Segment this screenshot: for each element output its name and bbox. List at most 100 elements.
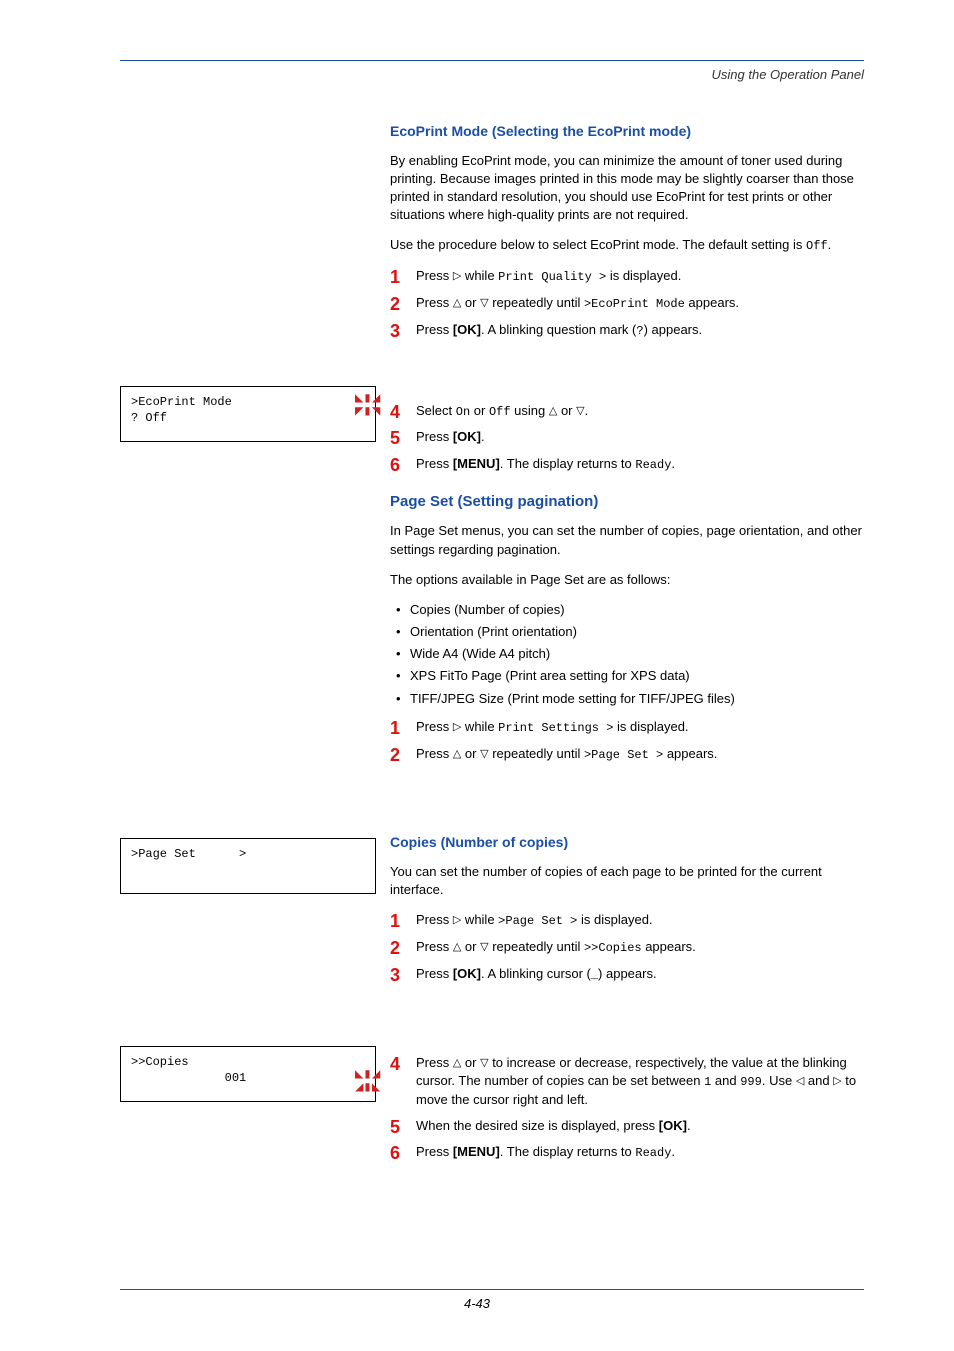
paragraph: By enabling EcoPrint mode, you can minim… <box>390 152 864 225</box>
step: 6 Press [MENU]. The display returns to R… <box>390 1143 864 1162</box>
step-number: 1 <box>390 716 400 741</box>
button-ref: [OK] <box>659 1118 687 1133</box>
lcd-line: >EcoPrint Mode <box>131 395 365 411</box>
text: Press <box>416 746 453 761</box>
left-triangle-icon: ◁ <box>796 1075 804 1087</box>
bullet-list: Copies (Number of copies) Orientation (P… <box>390 601 864 708</box>
step: 5 Press [OK]. <box>390 428 864 446</box>
heading-pageset: Page Set (Setting pagination) <box>390 491 864 512</box>
text: ) appears. <box>644 322 703 337</box>
button-ref: [OK] <box>453 966 481 981</box>
text: Press <box>416 1144 453 1159</box>
text: Press <box>416 295 453 310</box>
paragraph: In Page Set menus, you can set the numbe… <box>390 522 864 558</box>
lcd-line: ? Off <box>131 411 365 427</box>
down-triangle-icon: ▽ <box>480 748 488 760</box>
text: Press <box>416 268 453 283</box>
lcd-line: >Page Set > <box>131 847 365 863</box>
code: >Page Set > <box>498 914 577 928</box>
text: ) appears. <box>598 966 657 981</box>
step-number: 3 <box>390 319 400 344</box>
steps-list: 1 Press ▷ while Print Quality > is displ… <box>390 267 864 473</box>
text: Press <box>416 939 453 954</box>
step-number: 6 <box>390 453 400 478</box>
text: or <box>461 295 480 310</box>
text: is displayed. <box>577 912 652 927</box>
page-number: 4-43 <box>0 1296 954 1311</box>
step: 4 Press △ or ▽ to increase or decrease, … <box>390 1054 864 1109</box>
text: and <box>804 1073 833 1088</box>
step-number: 4 <box>390 1052 400 1077</box>
step-number: 2 <box>390 292 400 317</box>
step-number: 1 <box>390 909 400 934</box>
text: Press <box>416 322 453 337</box>
lcd-box-copies: >>Copies 001 ◣▮◢◢▮◣ <box>120 1046 376 1102</box>
steps-list: 1 Press ▷ while Print Settings > is disp… <box>390 718 864 764</box>
button-ref: [MENU] <box>453 1144 500 1159</box>
text: while <box>461 268 498 283</box>
lcd-box-pageset: >Page Set > <box>120 838 376 894</box>
code: Ready <box>635 458 671 472</box>
text: Press <box>416 912 453 927</box>
button-ref: [MENU] <box>453 456 500 471</box>
lcd-line: 001 <box>131 1071 365 1087</box>
text: Press <box>416 966 453 981</box>
code: >EcoPrint Mode <box>584 297 685 311</box>
text: or <box>470 403 489 418</box>
step-number: 3 <box>390 963 400 988</box>
step: 2 Press △ or ▽ repeatedly until >Page Se… <box>390 745 864 764</box>
code: ? <box>636 324 643 338</box>
text: . <box>481 429 485 444</box>
list-item: Copies (Number of copies) <box>392 601 864 619</box>
text: is displayed. <box>613 719 688 734</box>
code: >>Copies <box>584 941 642 955</box>
text: Use the procedure below to select EcoPri… <box>390 237 806 252</box>
code: >Page Set > <box>584 748 663 762</box>
right-triangle-icon: ▷ <box>833 1075 841 1087</box>
text: . <box>671 1144 675 1159</box>
button-ref: [OK] <box>453 322 481 337</box>
text: while <box>461 912 498 927</box>
heading-ecoprint: EcoPrint Mode (Selecting the EcoPrint mo… <box>390 122 864 142</box>
text: . <box>687 1118 691 1133</box>
text: appears. <box>642 939 696 954</box>
text: Press <box>416 456 453 471</box>
text: appears. <box>663 746 717 761</box>
section-title: Using the Operation Panel <box>120 67 864 82</box>
text: and <box>711 1073 740 1088</box>
step-number: 5 <box>390 1115 400 1140</box>
list-item: XPS FitTo Page (Print area setting for X… <box>392 667 864 685</box>
text: repeatedly until <box>489 939 584 954</box>
step-number: 2 <box>390 743 400 768</box>
text: Press <box>416 429 453 444</box>
nav-arrow-icon: ◣▮◢◤▮◥ <box>355 393 373 418</box>
step: 3 Press [OK]. A blinking question mark (… <box>390 321 864 340</box>
step: 3 Press [OK]. A blinking cursor (_) appe… <box>390 965 864 984</box>
text: Press <box>416 1055 453 1070</box>
text: repeatedly until <box>489 746 584 761</box>
code: 999 <box>740 1075 762 1089</box>
text: . A blinking cursor ( <box>481 966 591 981</box>
paragraph: You can set the number of copies of each… <box>390 863 864 899</box>
step: 5 When the desired size is displayed, pr… <box>390 1117 864 1135</box>
content-column: EcoPrint Mode (Selecting the EcoPrint mo… <box>390 122 864 1162</box>
text: When the desired size is displayed, pres… <box>416 1118 659 1133</box>
step: 2 Press △ or ▽ repeatedly until >>Copies… <box>390 938 864 957</box>
button-ref: [OK] <box>453 429 481 444</box>
lcd-box-ecoprint: >EcoPrint Mode ? Off ◣▮◢◤▮◥ <box>120 386 376 442</box>
code: On <box>456 405 470 419</box>
text: using <box>511 403 549 418</box>
list-item: Orientation (Print orientation) <box>392 623 864 641</box>
code: Print Settings > <box>498 721 613 735</box>
step-number: 5 <box>390 426 400 451</box>
page: Using the Operation Panel >EcoPrint Mode… <box>0 0 954 1351</box>
list-item: Wide A4 (Wide A4 pitch) <box>392 645 864 663</box>
code: Print Quality > <box>498 270 606 284</box>
text: . <box>828 237 832 252</box>
step: 1 Press ▷ while Print Settings > is disp… <box>390 718 864 737</box>
step-number: 2 <box>390 936 400 961</box>
step-number: 6 <box>390 1141 400 1166</box>
text: . <box>585 403 589 418</box>
text: while <box>461 719 498 734</box>
step: 2 Press △ or ▽ repeatedly until >EcoPrin… <box>390 294 864 313</box>
